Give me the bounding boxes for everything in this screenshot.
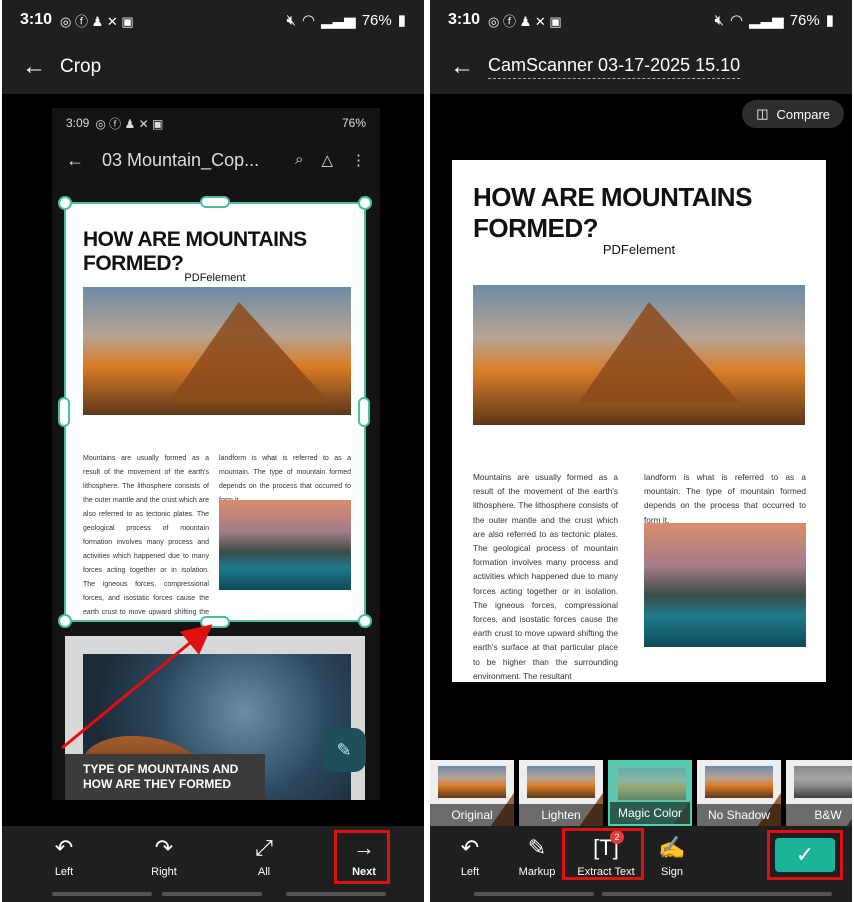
screenshot-more-icon: ⋮ <box>351 152 366 169</box>
screenshot-notification-icons: ◎ ⓕ ♟ ✕ ▣ <box>95 116 164 131</box>
screenshot-search-icon: ⌕ <box>295 151 304 168</box>
filter-magic-color[interactable]: Magic Color <box>608 760 692 826</box>
scan-edit-screen: 3:10 ◎ ⓕ ♟ ✕ ▣ 🔇︎ ◠ ▂▃▅ 76% ▮ ← CamScann… <box>430 0 852 902</box>
status-bar: 3:10 ◎ ⓕ ♟ ✕ ▣ 🔇︎ ◠ ▂▃▅ 76% ▮ <box>430 0 852 40</box>
crop-handle-bottom-left[interactable] <box>58 614 72 628</box>
crop-handle-right[interactable] <box>358 397 370 427</box>
compare-button[interactable]: ◫ Compare <box>742 100 844 128</box>
back-arrow-icon[interactable]: ← <box>22 53 60 81</box>
mute-icon: 🔇︎ <box>714 11 724 29</box>
crop-handle-bottom-right[interactable] <box>358 614 372 628</box>
document-column-1: Mountains are usually formed as a result… <box>473 472 618 681</box>
wifi-icon: ◠ <box>730 12 744 29</box>
done-highlight-box <box>767 830 843 880</box>
document-subtitle: PDFelement <box>602 242 676 257</box>
filter-original[interactable]: Original <box>430 760 514 826</box>
screenshot-battery: 76% <box>341 116 366 130</box>
status-time: 3:10 <box>448 11 481 28</box>
battery-level: 76% <box>789 11 820 29</box>
screenshot-time: 3:09 <box>66 116 90 130</box>
compare-icon: ◫ <box>756 106 769 121</box>
battery-level: 76% <box>361 11 392 29</box>
document-column-2: landform is what is referred to as a mou… <box>644 472 806 525</box>
screenshot-back-icon: ← <box>66 149 84 170</box>
crop-screen: 3:10 ◎ ⓕ ♟ ✕ ▣ 🔇︎ ◠ ▂▃▅ 76% ▮ ← Crop 3:0… <box>2 0 424 902</box>
rotate-left-button[interactable]: ↶ Left <box>440 834 500 878</box>
crop-handle-top-left[interactable] <box>58 196 72 210</box>
battery-icon: ▮ <box>397 12 406 29</box>
rotate-left-icon: ↶ <box>54 835 74 860</box>
crop-frame[interactable] <box>64 202 366 622</box>
wifi-icon: ◠ <box>302 12 316 29</box>
rotate-left-icon: ↶ <box>460 835 480 860</box>
crop-handle-top[interactable] <box>200 196 230 208</box>
screenshot-drive-icon: △ <box>321 152 333 169</box>
extract-text-highlight-box <box>562 828 644 880</box>
expand-all-icon: ⤢ <box>255 835 273 860</box>
app-bar: ← Crop <box>2 40 424 94</box>
filter-strip: Original Lighten Magic Color No Shadow B… <box>430 760 852 826</box>
back-arrow-icon[interactable]: ← <box>450 53 488 81</box>
select-all-button[interactable]: ⤢ All <box>234 834 294 878</box>
mute-icon: 🔇︎ <box>286 11 296 29</box>
status-bar: 3:10 ◎ ⓕ ♟ ✕ ▣ 🔇︎ ◠ ▂▃▅ 76% ▮ <box>2 0 424 40</box>
lake-image <box>644 523 806 647</box>
document-title[interactable]: CamScanner 03-17-2025 15.10 <box>488 55 741 79</box>
rotate-left-button[interactable]: ↶ Left <box>34 834 94 878</box>
notification-icons: ◎ ⓕ ♟ ✕ ▣ <box>60 13 134 29</box>
filter-bw[interactable]: B&W <box>786 760 852 826</box>
screenshot-file-title: 03 Mountain_Cop... <box>102 149 260 170</box>
bottom-toolbar: ↶ Left ↷ Right ⤢ All → Next <box>2 826 424 902</box>
crop-handle-bottom[interactable] <box>200 616 230 628</box>
notification-icons: ◎ ⓕ ♟ ✕ ▣ <box>488 13 562 29</box>
document-preview: HOW ARE MOUNTAINS FORMED? PDFelement Mou… <box>452 160 826 682</box>
signal-icon: ▂▃▅ <box>749 12 784 29</box>
signature-icon: ✍ <box>658 835 686 860</box>
edit-fab-icon: ✎ <box>322 728 366 772</box>
filter-no-shadow[interactable]: No Shadow <box>697 760 781 826</box>
app-bar: ← CamScanner 03-17-2025 15.10 <box>430 40 852 94</box>
next-highlight-box <box>334 830 390 884</box>
status-time: 3:10 <box>20 11 53 28</box>
mountain-image <box>473 285 805 425</box>
next-page-preview: TYPE OF MOUNTAINS AND HOW ARE THEY FORME… <box>65 636 365 800</box>
filter-lighten[interactable]: Lighten <box>519 760 603 826</box>
crop-handle-top-right[interactable] <box>358 196 372 210</box>
crop-handle-left[interactable] <box>58 397 70 427</box>
rotate-right-icon: ↷ <box>154 835 174 860</box>
page2-caption: TYPE OF MOUNTAINS AND HOW ARE THEY FORME… <box>65 754 265 800</box>
page-title: Crop <box>60 56 102 77</box>
pen-icon: ✎ <box>527 835 547 860</box>
document-heading: HOW ARE MOUNTAINS FORMED? <box>473 182 752 243</box>
sign-button[interactable]: ✍ Sign <box>642 834 702 878</box>
signal-icon: ▂▃▅ <box>321 12 356 29</box>
rotate-right-button[interactable]: ↷ Right <box>134 834 194 878</box>
battery-icon: ▮ <box>825 12 834 29</box>
markup-button[interactable]: ✎ Markup <box>507 834 567 878</box>
